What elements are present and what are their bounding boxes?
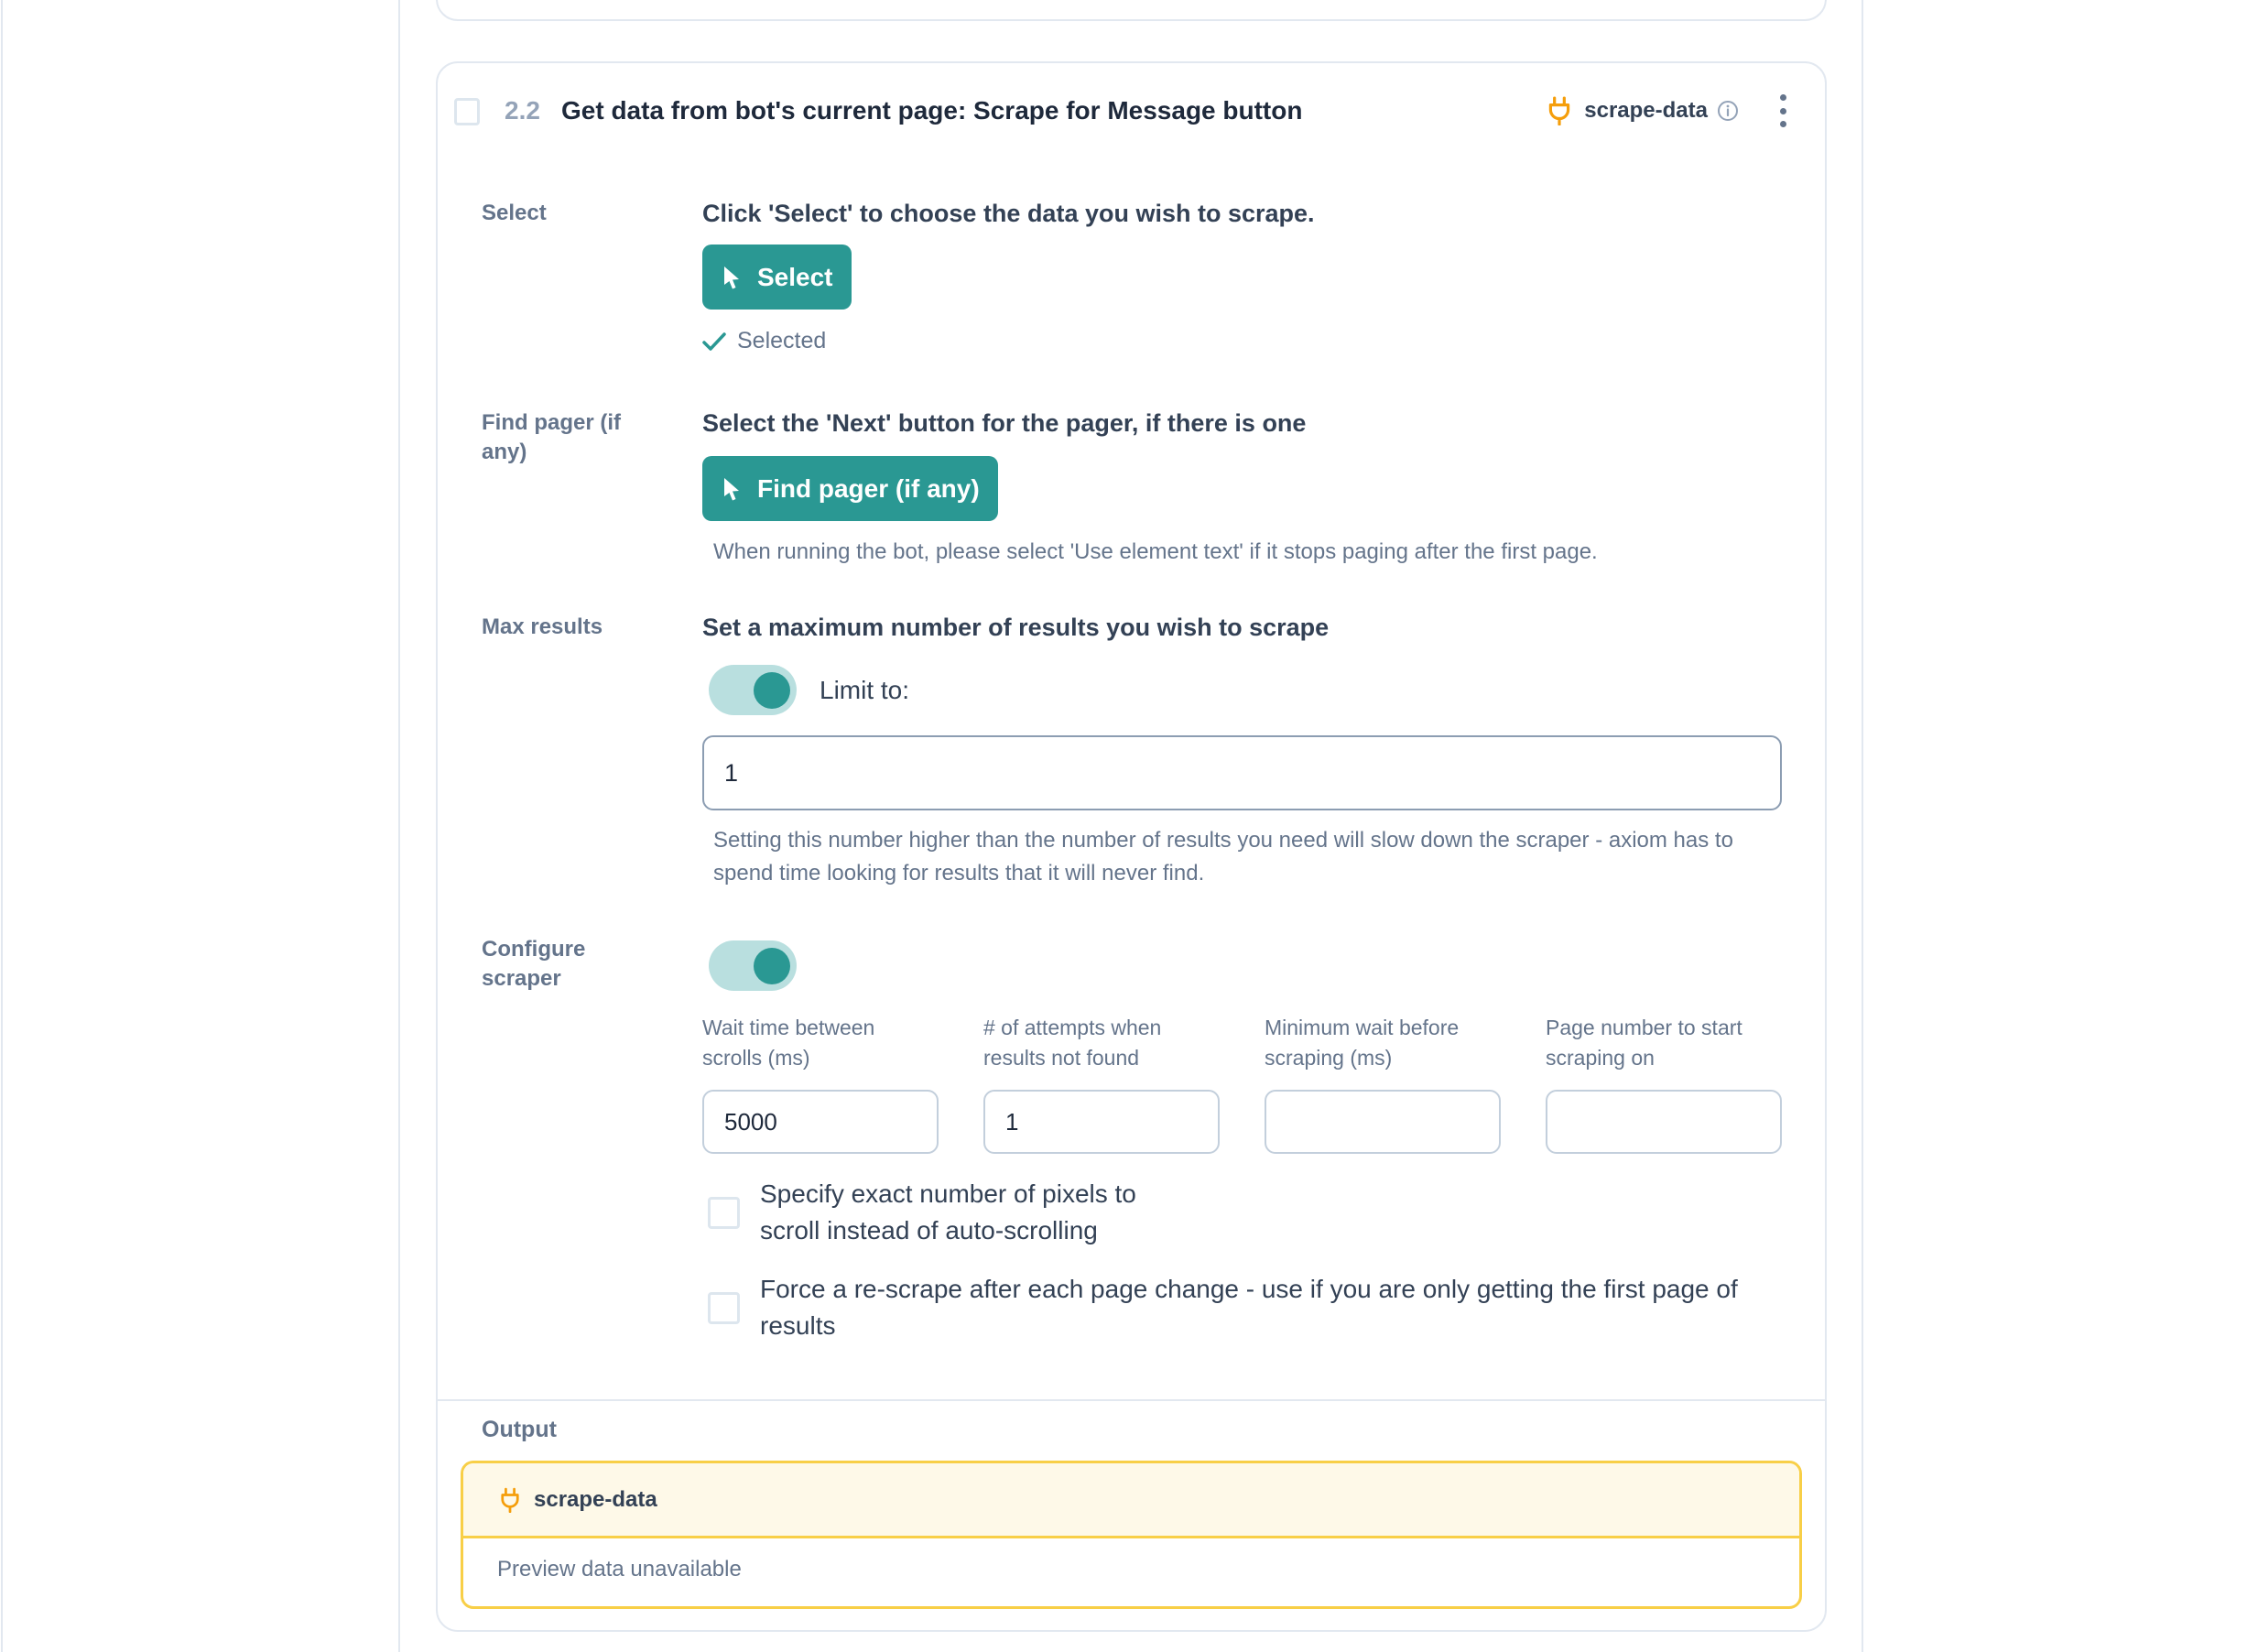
min-wait-input[interactable]	[1265, 1090, 1501, 1154]
force-rescrape-checkbox[interactable]	[708, 1291, 740, 1324]
output-tag: scrape-data	[534, 1486, 657, 1512]
plug-icon	[501, 1487, 519, 1513]
checkbox-row-rescrape: Force a re-scrape after each page change…	[702, 1271, 1779, 1344]
checkbox-row-pixels: Specify exact number of pixels to scroll…	[702, 1176, 1779, 1249]
max-results-input[interactable]	[702, 735, 1782, 810]
select-row-label: Select	[482, 201, 547, 225]
field-min-wait: Minimum wait before scraping (ms)	[1265, 1013, 1501, 1154]
find-pager-button-label: Find pager (if any)	[757, 473, 980, 503]
field-attempts: # of attempts when results not found	[983, 1013, 1220, 1154]
step-title: Get data from bot's current page: Scrape…	[561, 96, 1303, 125]
check-icon	[702, 331, 726, 351]
selected-status: Selected	[702, 328, 1779, 354]
output-preview: Preview data unavailable	[497, 1557, 742, 1581]
step-header: 2.2 Get data from bot's current page: Sc…	[438, 63, 1825, 164]
select-button[interactable]: Select	[702, 245, 852, 310]
select-row: Click 'Select' to choose the data you wi…	[702, 198, 1779, 354]
page-edge	[1, 0, 3, 1652]
configure-toggle[interactable]	[709, 940, 797, 991]
pager-help-text: When running the bot, please select 'Use…	[713, 539, 1598, 564]
field-label: Wait time between scrolls (ms)	[702, 1016, 875, 1070]
output-divider	[438, 1399, 1825, 1401]
info-icon[interactable]	[1717, 100, 1739, 122]
pager-heading: Select the 'Next' button for the pager, …	[702, 409, 1307, 437]
configure-row: Wait time between scrolls (ms) # of atte…	[702, 940, 1782, 1344]
start-page-input[interactable]	[1546, 1090, 1782, 1154]
selected-status-text: Selected	[737, 328, 827, 353]
limit-toggle[interactable]	[709, 665, 797, 715]
output-panel: scrape-data Preview data unavailable	[461, 1461, 1802, 1609]
panel-right-border	[1862, 0, 1863, 1652]
field-wait-time: Wait time between scrolls (ms)	[702, 1013, 939, 1154]
previous-step-card	[436, 0, 1827, 21]
attempts-input[interactable]	[983, 1090, 1220, 1154]
pixels-scroll-label: Specify exact number of pixels to scroll…	[760, 1179, 1136, 1244]
field-start-page: Page number to start scraping on	[1546, 1013, 1782, 1154]
select-button-label: Select	[757, 262, 833, 291]
force-rescrape-label: Force a re-scrape after each page change…	[760, 1275, 1738, 1340]
step-meta: scrape-data	[1547, 94, 1788, 127]
max-results-heading: Set a maximum number of results you wish…	[702, 614, 1330, 641]
limit-label: Limit to:	[820, 675, 910, 704]
field-label: Minimum wait before scraping (ms)	[1265, 1016, 1460, 1070]
find-pager-button[interactable]: Find pager (if any)	[702, 456, 998, 521]
step-tag: scrape-data	[1584, 98, 1708, 123]
plug-icon	[1549, 96, 1570, 125]
panel-left-border	[398, 0, 400, 1652]
output-header: scrape-data	[463, 1463, 1799, 1538]
max-results-row: Set a maximum number of results you wish…	[702, 612, 1782, 890]
output-label: Output	[482, 1417, 557, 1442]
max-results-help-text: Setting this number higher than the numb…	[713, 828, 1733, 886]
cursor-icon	[724, 477, 739, 500]
scraper-fields: Wait time between scrolls (ms) # of atte…	[702, 1013, 1782, 1154]
field-label: Page number to start scraping on	[1546, 1016, 1742, 1070]
cursor-icon	[724, 266, 739, 288]
wait-time-input[interactable]	[702, 1090, 939, 1154]
pager-row-label: Find pager (if any)	[482, 410, 621, 464]
pixels-scroll-checkbox[interactable]	[708, 1196, 740, 1229]
limit-toggle-row: Limit to:	[702, 665, 1779, 715]
more-options-icon[interactable]	[1777, 94, 1788, 127]
step-number: 2.2	[505, 96, 540, 125]
field-label: # of attempts when results not found	[983, 1016, 1162, 1070]
step-card: 2.2 Get data from bot's current page: Sc…	[436, 61, 1827, 1632]
max-results-row-label: Max results	[482, 614, 603, 639]
configure-row-label: Configure scraper	[482, 937, 586, 991]
step-select-checkbox[interactable]	[454, 98, 480, 125]
pager-row: Select the 'Next' button for the pager, …	[702, 408, 1779, 569]
select-heading: Click 'Select' to choose the data you wi…	[702, 200, 1315, 227]
